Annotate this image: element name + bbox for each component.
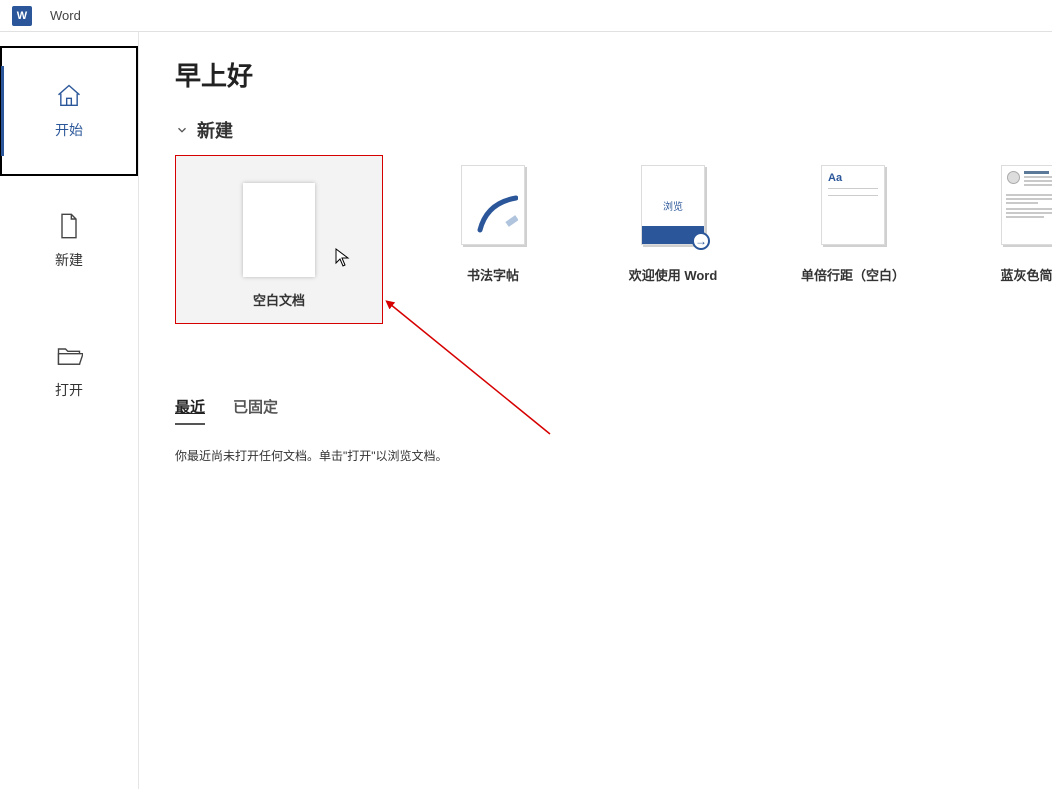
template-gallery: 空白文档 书法字帖 [175,155,1052,324]
template-label: 蓝灰色简历 [1000,265,1052,284]
template-label: 欢迎使用 Word [629,265,718,284]
template-blank-document[interactable]: 空白文档 [175,155,383,324]
chevron-down-icon [175,123,189,137]
app-name: Word [50,8,81,23]
template-label: 书法字帖 [467,265,519,284]
nav-open-label: 打开 [55,380,83,400]
home-icon [55,82,83,110]
section-new-title: 新建 [197,117,233,143]
template-single-space[interactable]: Aa 单倍行距（空白） [783,155,923,284]
word-logo-icon: W [12,6,32,26]
nav-open[interactable]: 打开 [0,306,138,436]
greeting-text: 早上好 [175,56,1052,93]
recent-tabs: 最近 已固定 [175,396,1052,425]
nav-new-label: 新建 [55,250,83,270]
main-area: 早上好 新建 空白文档 [139,32,1052,789]
template-welcome[interactable]: → 浏览 欢迎使用 Word [603,155,743,284]
resume-thumb [963,155,1052,255]
nav-new[interactable]: 新建 [0,176,138,306]
aa-mark: Aa [828,172,878,184]
open-folder-icon [55,342,83,370]
template-label: 单倍行距（空白） [801,265,905,284]
nav-home-label: 开始 [55,120,83,140]
cursor-icon [335,248,351,268]
welcome-thumb: → 浏览 [603,155,743,255]
calligraphy-thumb [423,155,563,255]
title-bar: W Word [0,0,1052,32]
welcome-browse-text: 浏览 [642,198,704,213]
tab-pinned[interactable]: 已固定 [233,396,278,425]
template-resume[interactable]: 蓝灰色简历 [963,155,1052,284]
template-calligraphy[interactable]: 书法字帖 [423,155,563,284]
single-space-thumb: Aa [783,155,923,255]
tab-recent[interactable]: 最近 [175,396,205,425]
template-label: 空白文档 [253,290,305,309]
new-document-icon [55,212,83,240]
sidebar: 开始 新建 打开 [0,32,139,789]
section-new-header[interactable]: 新建 [175,117,1052,143]
recent-empty-message: 你最近尚未打开任何文档。单击"打开"以浏览文档。 [175,447,1052,464]
nav-home[interactable]: 开始 [0,46,138,176]
blank-document-thumb [209,180,349,280]
